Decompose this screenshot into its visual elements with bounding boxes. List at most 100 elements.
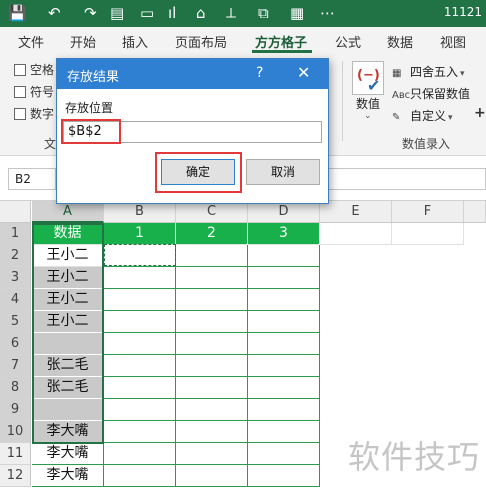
numeric-value-icon[interactable]: (−) ✔: [352, 61, 384, 95]
cell[interactable]: [176, 245, 248, 267]
cell[interactable]: [248, 245, 320, 267]
cancel-button[interactable]: 取消: [246, 159, 320, 185]
numeric-value-button[interactable]: 数值: [356, 95, 380, 112]
name-box[interactable]: B2: [8, 168, 56, 190]
cell[interactable]: [392, 223, 464, 245]
cell[interactable]: [104, 399, 176, 421]
toolbar-icon-4[interactable]: ⧉: [258, 4, 269, 22]
cell[interactable]: [176, 421, 248, 443]
checkbox-space[interactable]: [14, 64, 26, 76]
select-all-corner[interactable]: [0, 201, 31, 223]
tab-insert[interactable]: 插入: [122, 32, 148, 51]
home-icon[interactable]: ⌂: [196, 4, 206, 22]
header-cell-1[interactable]: 1: [104, 223, 176, 245]
cell[interactable]: [176, 333, 248, 355]
row-header[interactable]: 10: [0, 421, 31, 443]
cell[interactable]: [176, 377, 248, 399]
cell-a8[interactable]: 张二毛: [32, 377, 104, 399]
toolbar-icon-3[interactable]: ⟂: [226, 4, 236, 22]
cell[interactable]: [104, 311, 176, 333]
header-cell-data[interactable]: 数据: [32, 223, 104, 245]
cell-a9[interactable]: [32, 399, 104, 421]
checkbox-number[interactable]: [14, 108, 26, 120]
cell[interactable]: [248, 443, 320, 465]
cell-b2[interactable]: [104, 245, 176, 267]
dialog-titlebar[interactable]: 存放结果 ? ✕: [57, 59, 328, 89]
cell[interactable]: [104, 355, 176, 377]
cell[interactable]: [104, 465, 176, 487]
tab-data[interactable]: 数据: [387, 32, 413, 51]
tab-ffgz[interactable]: 方方格子: [255, 32, 307, 51]
tab-formulas[interactable]: 公式: [335, 32, 361, 51]
cell[interactable]: [248, 377, 320, 399]
cell-a5[interactable]: 王小二: [32, 311, 104, 333]
cell[interactable]: [248, 333, 320, 355]
cell[interactable]: [248, 421, 320, 443]
save-icon[interactable]: 💾: [8, 4, 27, 22]
row-header[interactable]: 12: [0, 465, 31, 487]
row-header[interactable]: 4: [0, 289, 31, 311]
help-icon[interactable]: ?: [256, 65, 263, 81]
cell[interactable]: [320, 223, 392, 245]
column-header-b[interactable]: B: [104, 201, 176, 223]
cell[interactable]: [248, 355, 320, 377]
cell-a3[interactable]: 王小二: [32, 267, 104, 289]
cell-a10[interactable]: 李大嘴: [32, 421, 104, 443]
cell[interactable]: [248, 399, 320, 421]
row-header[interactable]: 11: [0, 443, 31, 465]
column-header-c[interactable]: C: [176, 201, 248, 223]
row-header[interactable]: 5: [0, 311, 31, 333]
plus-icon[interactable]: +: [474, 105, 486, 121]
keep-values-button[interactable]: Aʙᴄ只保留数值: [392, 85, 470, 102]
header-cell-2[interactable]: 2: [176, 223, 248, 245]
row-header[interactable]: 7: [0, 355, 31, 377]
header-cell-3[interactable]: 3: [248, 223, 320, 245]
cell[interactable]: [248, 465, 320, 487]
cell[interactable]: [104, 421, 176, 443]
tab-file[interactable]: 文件: [18, 32, 44, 51]
cell[interactable]: [104, 267, 176, 289]
column-header-a[interactable]: A: [32, 201, 104, 223]
cell[interactable]: [104, 377, 176, 399]
cell[interactable]: [104, 333, 176, 355]
cell-a11[interactable]: 李大嘴: [32, 443, 104, 465]
cell-a7[interactable]: 张二毛: [32, 355, 104, 377]
cell-a4[interactable]: 王小二: [32, 289, 104, 311]
cell[interactable]: [248, 267, 320, 289]
custom-button[interactable]: ✎ 自定义 ▾: [392, 107, 453, 124]
chevron-down-icon[interactable]: ⌄: [364, 111, 372, 121]
row-header[interactable]: 8: [0, 377, 31, 399]
toolbar-icon-1[interactable]: ▤: [110, 4, 124, 22]
redo-icon[interactable]: ↷: [84, 4, 97, 22]
row-header[interactable]: 6: [0, 333, 31, 355]
cell[interactable]: [248, 289, 320, 311]
cell[interactable]: [176, 465, 248, 487]
cell[interactable]: [104, 289, 176, 311]
undo-icon[interactable]: ↶: [48, 4, 61, 22]
toolbar-icon-2[interactable]: ▭: [140, 4, 154, 22]
tab-page-layout[interactable]: 页面布局: [175, 32, 227, 51]
cell[interactable]: [176, 399, 248, 421]
round-button[interactable]: ▦ 四舍五入 ▾: [392, 63, 465, 80]
cell-a2[interactable]: 王小二: [32, 245, 104, 267]
close-icon[interactable]: ✕: [297, 63, 310, 82]
table-icon[interactable]: ▦: [290, 4, 304, 22]
checkbox-symbol[interactable]: [14, 86, 26, 98]
cell[interactable]: [176, 311, 248, 333]
row-header[interactable]: 9: [0, 399, 31, 421]
column-header-d[interactable]: D: [248, 201, 320, 223]
chart-icon[interactable]: ıl: [168, 4, 176, 22]
cell[interactable]: [176, 267, 248, 289]
more-icon[interactable]: ⋯: [320, 4, 335, 22]
tab-home[interactable]: 开始: [70, 32, 96, 51]
cell[interactable]: [176, 289, 248, 311]
cell[interactable]: [176, 355, 248, 377]
formula-input[interactable]: [328, 168, 486, 190]
cell[interactable]: [248, 311, 320, 333]
cell-a6[interactable]: [32, 333, 104, 355]
cell-a12[interactable]: 李大嘴: [32, 465, 104, 487]
column-header-f[interactable]: F: [392, 201, 464, 223]
column-header-e[interactable]: E: [320, 201, 392, 223]
tab-view[interactable]: 视图: [440, 32, 466, 51]
row-header[interactable]: 2: [0, 245, 31, 267]
